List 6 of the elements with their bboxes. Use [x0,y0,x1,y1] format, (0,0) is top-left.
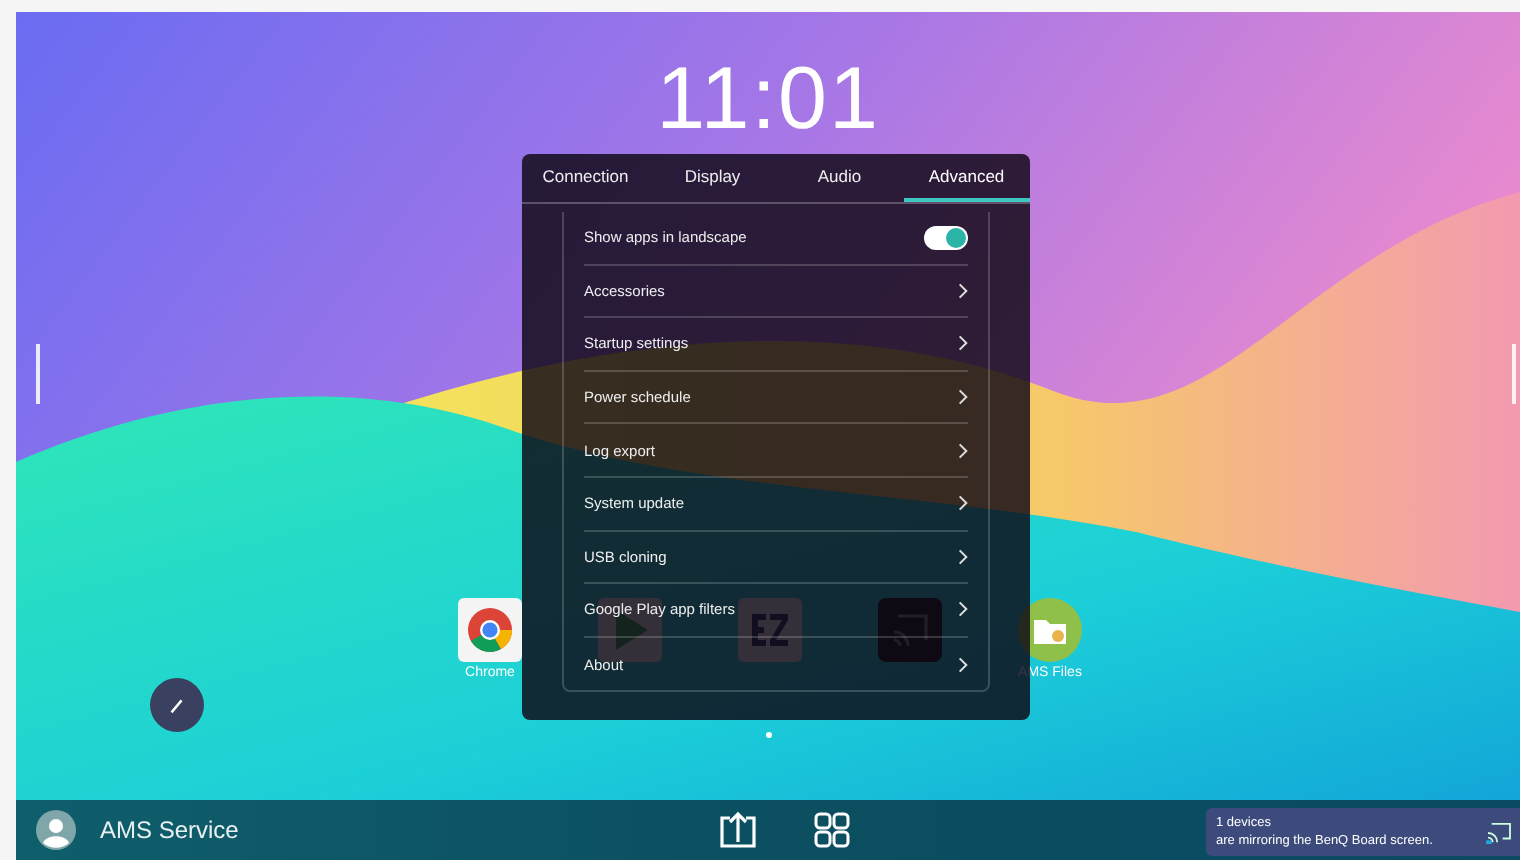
settings-tab[interactable]: Advanced [903,154,1030,202]
settings-tab[interactable]: Audio [776,154,903,202]
user-name: AMS Service [100,816,239,844]
settings-tab[interactable]: Display [649,154,776,202]
settings-tab[interactable]: Connection [522,154,649,202]
clock-time: 11:01 [656,48,880,152]
